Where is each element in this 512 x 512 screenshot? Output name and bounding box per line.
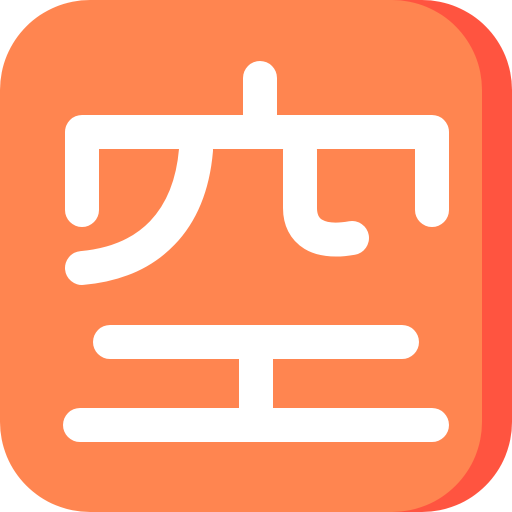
icon-canvas (0, 0, 512, 512)
kanji-sky-icon (0, 0, 512, 512)
